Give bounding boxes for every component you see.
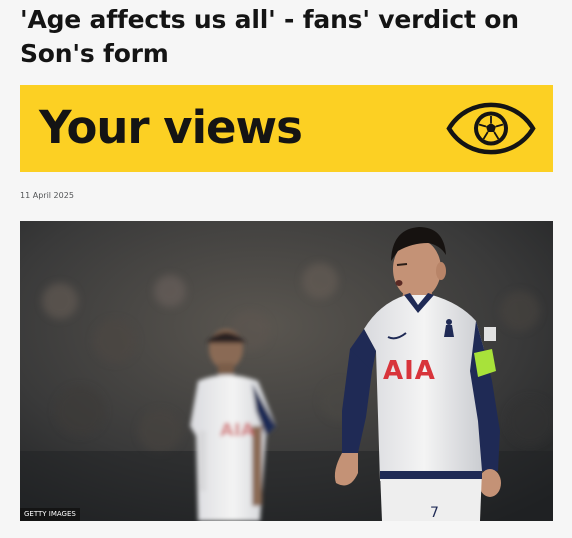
eye-football-icon (446, 102, 536, 155)
article-photo: AIA AIA 7 GETTY IMAGES (20, 221, 553, 521)
svg-text:AIA: AIA (220, 420, 255, 441)
shirt-number: 7 (430, 505, 439, 521)
your-views-banner: Your views (20, 85, 553, 172)
shirt-sponsor: AIA (383, 356, 436, 386)
image-credit: GETTY IMAGES (20, 508, 80, 521)
banner-title: Your views (39, 101, 303, 154)
article-page: 'Age affects us all' - fans' verdict on … (0, 0, 572, 538)
article-headline: 'Age affects us all' - fans' verdict on … (20, 5, 519, 68)
player-photo-illustration: AIA AIA 7 (20, 221, 553, 521)
publish-date: 11 April 2025 (20, 191, 74, 200)
